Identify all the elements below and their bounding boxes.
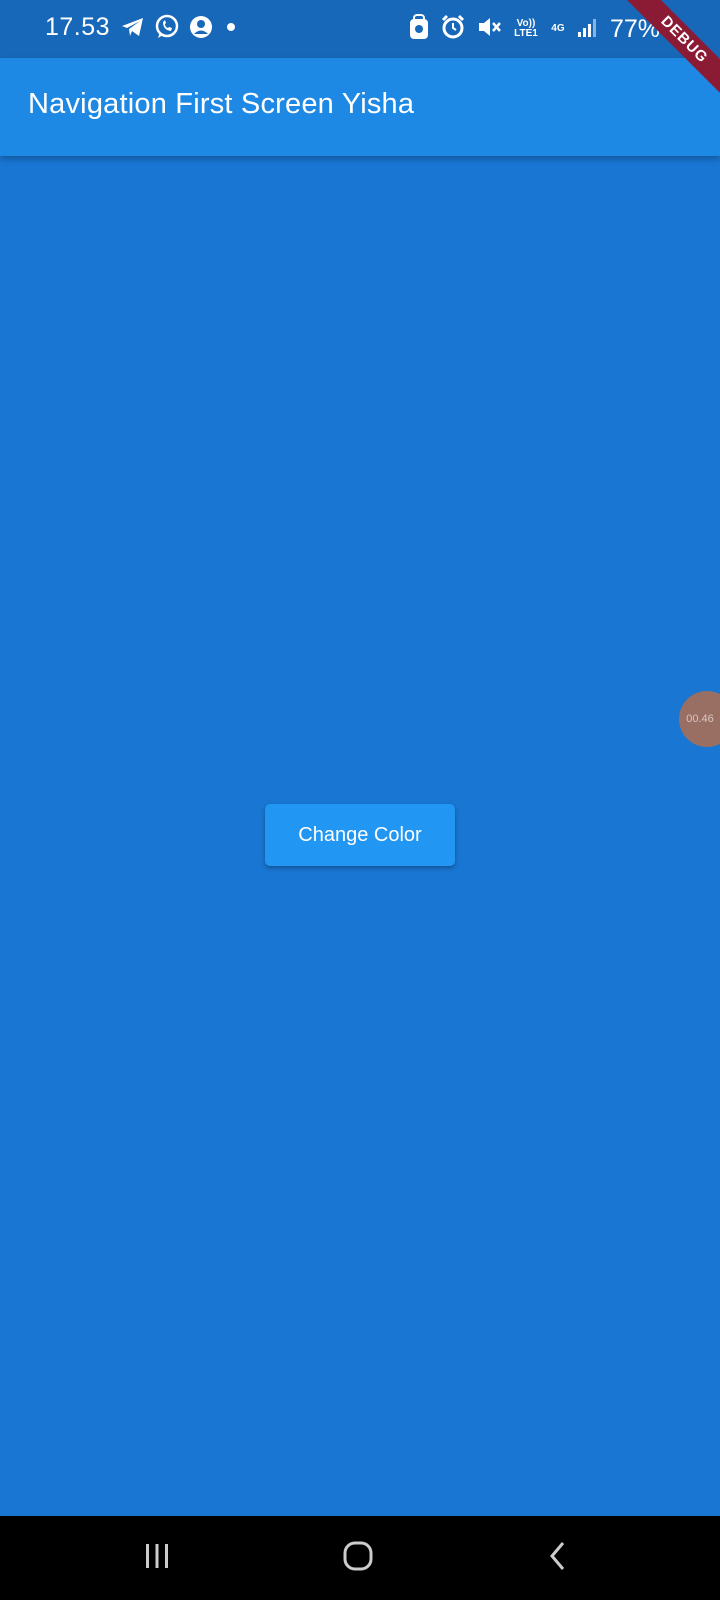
home-button[interactable]	[328, 1532, 388, 1584]
alarm-icon	[440, 14, 466, 45]
status-right-icons: Vo)) LTE1 4G 77%	[408, 13, 660, 45]
recent-apps-icon	[142, 1542, 172, 1575]
account-icon	[188, 14, 214, 45]
4g-icon: 4G	[551, 23, 565, 34]
telegram-icon	[120, 15, 146, 44]
signal-icon	[576, 16, 598, 43]
page-title: Navigation First Screen Yisha	[28, 88, 415, 120]
system-nav-bar	[0, 1516, 720, 1600]
mute-icon	[476, 14, 502, 45]
status-bar: 17.53 Vo)) LTE1 4G 77%	[0, 0, 720, 58]
home-icon	[342, 1540, 374, 1577]
change-color-button[interactable]: Change Color	[265, 804, 455, 866]
whatsapp-icon	[154, 14, 180, 45]
recent-apps-button[interactable]	[127, 1532, 187, 1584]
back-icon	[546, 1540, 570, 1577]
notification-dot-icon	[222, 18, 240, 41]
status-time: 17.53	[45, 13, 111, 41]
status-left-icons	[120, 14, 240, 45]
app-bar: Navigation First Screen Yisha	[0, 58, 720, 156]
back-button[interactable]	[528, 1532, 588, 1584]
volte-icon: Vo)) LTE1	[514, 18, 538, 39]
security-icon	[408, 13, 430, 45]
